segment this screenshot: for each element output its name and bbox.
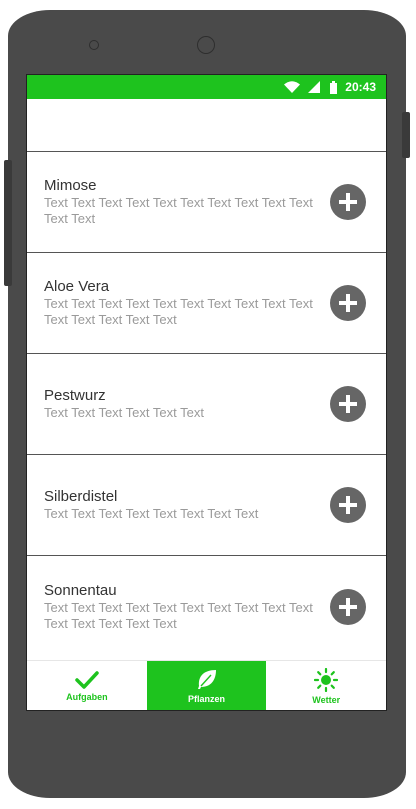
plus-icon (339, 395, 357, 413)
list-item[interactable]: Mimose Text Text Text Text Text Text Tex… (27, 152, 386, 253)
list-item[interactable]: Silberdistel Text Text Text Text Text Te… (27, 455, 386, 556)
item-title: Sonnentau (44, 581, 117, 599)
plus-icon (339, 597, 357, 616)
item-title: Mimose (44, 177, 97, 194)
wifi-icon (284, 81, 301, 93)
status-bar: 20:43 (27, 75, 386, 99)
camera-icon (197, 36, 215, 54)
item-description: Text Text Text Text Text Text Text Text … (44, 296, 313, 327)
item-description: Text Text Text Text Text Text Text Text … (44, 599, 313, 631)
list-item[interactable]: Aloe Vera Text Text Text Text Text Text … (27, 253, 386, 354)
plus-icon (339, 496, 357, 514)
header (27, 99, 386, 152)
leaf-icon (197, 669, 216, 689)
item-title: Aloe Vera (44, 278, 110, 295)
list-item[interactable]: Sonnentau Text Text Text Text Text Text … (27, 556, 386, 657)
bottom-tab-bar: Aufgaben Pflanzen Wetter (27, 660, 386, 710)
sun-icon (314, 667, 339, 692)
tab-wetter[interactable]: Wetter (266, 661, 386, 710)
add-button[interactable] (330, 285, 366, 321)
status-time: 20:43 (345, 80, 376, 94)
item-description: Text Text Text Text Text Text Text Text … (44, 195, 313, 226)
tab-label: Aufgaben (66, 691, 108, 702)
add-button[interactable] (330, 184, 366, 220)
item-title: Pestwurz (44, 387, 106, 404)
power-button (402, 112, 410, 158)
item-description: Text Text Text Text Text Text (44, 405, 204, 420)
signal-icon (308, 81, 321, 93)
tab-aufgaben[interactable]: Aufgaben (27, 661, 147, 710)
add-button[interactable] (330, 386, 366, 422)
plus-icon (339, 294, 357, 312)
checkmark-icon (75, 670, 99, 689)
tab-pflanzen[interactable]: Pflanzen (146, 661, 267, 710)
speaker-icon (89, 40, 99, 50)
list-item[interactable]: Pestwurz Text Text Text Text Text Text (27, 354, 386, 455)
tab-label: Pflanzen (188, 693, 226, 704)
plus-icon (339, 193, 357, 211)
item-description: Text Text Text Text Text Text Text Text (44, 506, 259, 521)
add-button[interactable] (330, 588, 366, 625)
plant-list: Mimose Text Text Text Text Text Text Tex… (27, 152, 386, 657)
screen: 20:43 Mimose Text Text Text Text Text Te… (27, 75, 386, 710)
add-button[interactable] (330, 487, 366, 523)
battery-icon (330, 80, 338, 94)
volume-button (4, 160, 12, 286)
item-title: Silberdistel (44, 488, 118, 505)
tab-label: Wetter (312, 694, 341, 705)
